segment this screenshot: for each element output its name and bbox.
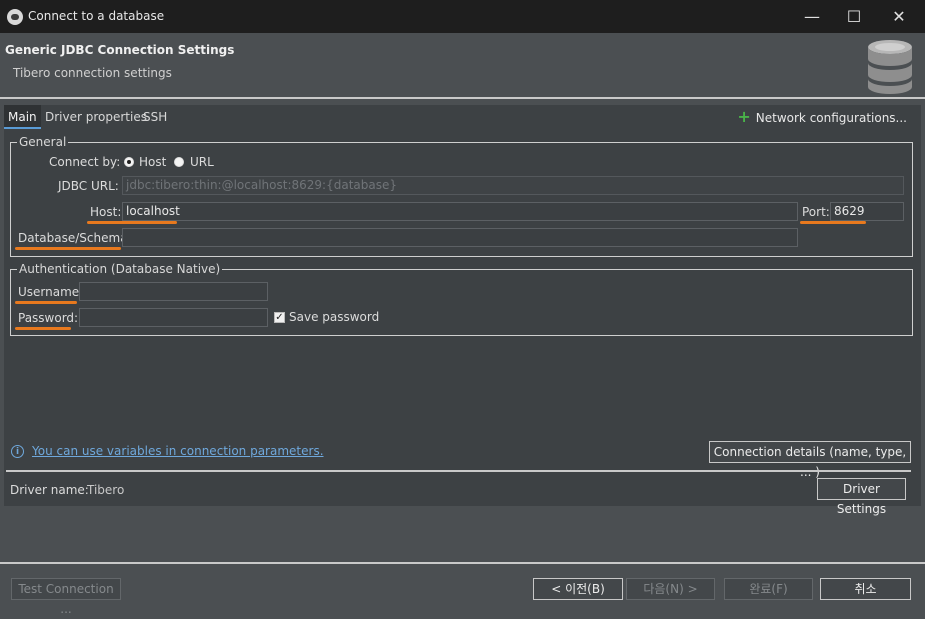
maximize-icon[interactable]: ☐ <box>843 6 865 28</box>
close-icon[interactable]: ✕ <box>888 6 910 28</box>
back-button[interactable]: < 이전(B) <box>533 578 623 600</box>
main-tab-panel: General Connect by: Host URL JDBC URL: j… <box>4 129 921 516</box>
port-input[interactable]: 8629 <box>830 202 904 221</box>
header-separator <box>0 97 925 99</box>
tab-main[interactable]: Main <box>4 105 41 129</box>
jdbc-url-field[interactable]: jdbc:tibero:thin:@localhost:8629:{databa… <box>122 176 904 195</box>
cancel-button[interactable]: 취소 <box>820 578 911 600</box>
database-schema-input[interactable] <box>122 228 798 247</box>
network-configurations-label: Network configurations... <box>755 111 907 125</box>
minimize-icon[interactable]: — <box>801 6 823 28</box>
driver-separator <box>6 470 911 472</box>
dbeaver-app-icon <box>7 9 23 25</box>
info-icon: i <box>11 445 24 458</box>
jdbc-url-label: JDBC URL: <box>58 179 119 193</box>
tab-driver-properties[interactable]: Driver properties <box>41 105 151 129</box>
variables-help-link[interactable]: You can use variables in connection para… <box>32 444 324 458</box>
username-label: Username: <box>18 285 84 299</box>
port-annotation-underline <box>800 221 866 224</box>
window-title: Connect to a database <box>28 9 165 23</box>
footer-separator <box>0 562 925 564</box>
username-annotation-underline <box>15 301 77 304</box>
host-annotation-underline <box>87 221 177 224</box>
url-radio-label[interactable]: URL <box>190 155 214 169</box>
password-label: Password: <box>18 311 79 325</box>
database-annotation-underline <box>15 247 121 250</box>
username-input[interactable] <box>79 282 268 301</box>
driver-settings-button[interactable]: Driver Settings <box>817 478 906 516</box>
driver-name-value: Tibero <box>87 483 125 497</box>
host-radio[interactable] <box>124 157 134 167</box>
database-icon <box>868 40 912 94</box>
host-radio-label[interactable]: Host <box>139 155 166 169</box>
finish-button[interactable]: 완료(F) <box>724 578 813 600</box>
driver-name-label: Driver name: <box>10 483 89 497</box>
authentication-legend: Authentication (Database Native) <box>19 262 221 276</box>
tab-bar: Main Driver properties SSH + Network conf… <box>4 105 921 129</box>
window-titlebar: Connect to a database — ☐ ✕ <box>0 0 925 33</box>
url-radio[interactable] <box>174 157 184 167</box>
password-input[interactable] <box>79 308 268 327</box>
header-title: Generic JDBC Connection Settings <box>5 43 235 57</box>
connection-details-button[interactable]: Connection details (name, type, ... ) <box>709 441 911 479</box>
connect-by-label: Connect by: <box>49 155 121 169</box>
test-connection-button[interactable]: Test Connection ... <box>11 578 121 616</box>
network-configurations-button[interactable]: + Network configurations... <box>737 105 907 129</box>
host-label: Host: <box>90 205 122 219</box>
tab-ssh[interactable]: SSH <box>139 105 171 129</box>
database-schema-label: Database/Schema: <box>18 231 132 245</box>
next-button[interactable]: 다음(N) > <box>626 578 715 600</box>
save-password-label[interactable]: Save password <box>289 310 379 324</box>
save-password-checkbox[interactable]: ✓ <box>274 312 285 323</box>
dialog-header: Generic JDBC Connection Settings Tibero … <box>0 33 925 97</box>
port-label: Port: <box>802 205 830 219</box>
header-subtitle: Tibero connection settings <box>13 66 172 80</box>
plus-icon: + <box>737 107 751 126</box>
general-legend: General <box>19 135 67 149</box>
password-annotation-underline <box>15 327 71 330</box>
host-input[interactable]: localhost <box>122 202 798 221</box>
